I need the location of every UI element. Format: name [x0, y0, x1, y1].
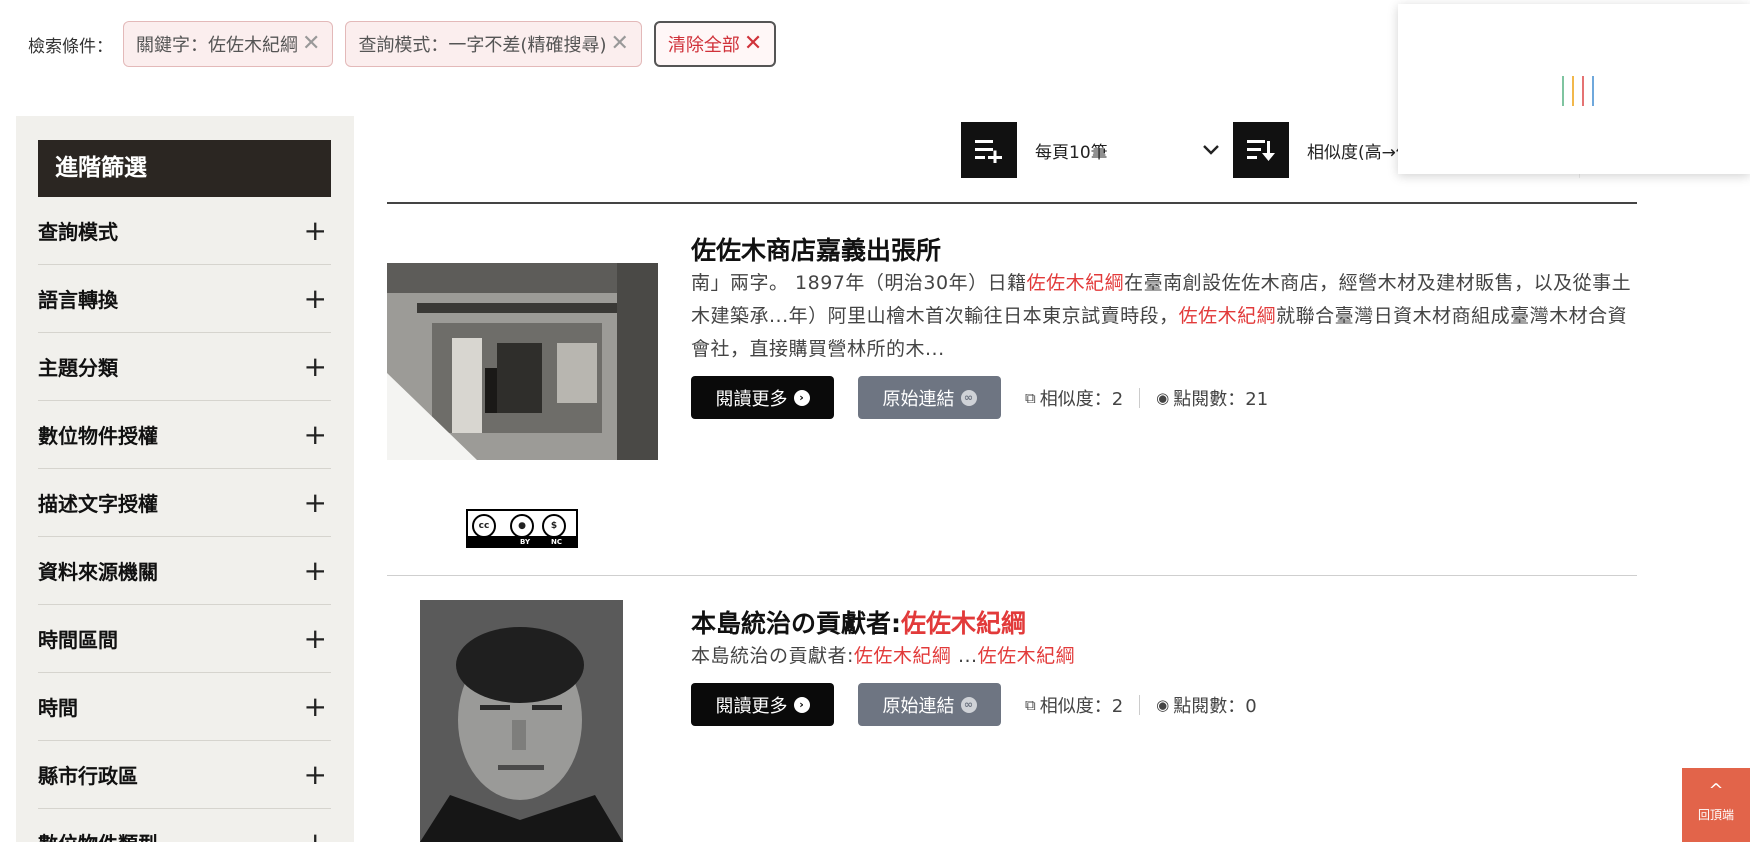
cc-by-nc-license-badge[interactable]: cc ● $ BY NC	[466, 509, 578, 548]
source-link-label: 原始連結	[882, 388, 955, 410]
read-more-label: 閱讀更多	[715, 388, 788, 410]
expand-icon: +	[303, 690, 327, 723]
chevron-up-icon: ^	[1708, 780, 1724, 801]
back-to-top-label: 回頂端	[1697, 808, 1734, 822]
link-circle-icon: ∞	[960, 389, 977, 406]
facet-label: 語言轉換	[38, 288, 118, 312]
eye-icon: ◉	[1156, 388, 1170, 407]
query-mode-filter-chip[interactable]: 查詢模式：一字不差(精確搜尋) ✕	[345, 21, 642, 67]
expand-icon: +	[303, 214, 327, 247]
result-item: cc ● $ BY NC 佐佐木商店嘉義出張所 南」兩字。 1897年（明治30…	[387, 203, 1637, 576]
facet-county-district[interactable]: 縣市行政區 +	[38, 741, 331, 809]
by-icon: ●	[510, 514, 534, 538]
search-conditions-bar: 檢索條件： 關鍵字：佐佐木紀綱 ✕ 查詢模式：一字不差(精確搜尋) ✕ 清除全部…	[28, 20, 788, 68]
sort-desc-icon	[1233, 122, 1289, 178]
expand-icon: +	[303, 758, 327, 791]
facet-label: 數位物件類型	[38, 828, 158, 842]
search-conditions-label: 檢索條件：	[28, 36, 113, 57]
facet-time[interactable]: 時間 +	[38, 673, 331, 741]
advanced-filter-sidebar: 進階篩選 查詢模式 + 語言轉換 + 主題分類 + 數位物件授權 + 描述文字授…	[16, 116, 354, 842]
facet-source-agency[interactable]: 資料來源機關 +	[38, 537, 331, 605]
facet-label: 主題分類	[38, 356, 118, 380]
similarity-value: 相似度：2	[1039, 388, 1124, 410]
read-more-button[interactable]: 閱讀更多 ›	[691, 683, 834, 726]
facet-label: 時間	[38, 696, 78, 720]
copy-icon: ⧉	[1025, 695, 1036, 714]
remove-keyword-icon[interactable]: ✕	[302, 33, 320, 55]
keyword-filter-text: 關鍵字：佐佐木紀綱	[136, 35, 298, 56]
per-page-value: 每頁10筆	[1035, 142, 1108, 163]
views-value: 點閱數：21	[1173, 388, 1269, 410]
expand-icon: +	[303, 486, 327, 519]
chevron-circle-right-icon: ›	[793, 389, 810, 406]
facet-label: 縣市行政區	[38, 764, 138, 788]
sidebar-title: 進階篩選	[38, 140, 331, 197]
views-value: 點閱數：0	[1173, 695, 1257, 717]
result-title[interactable]: 本島統治の貢獻者:佐佐木紀綱	[691, 604, 1026, 640]
facet-label: 查詢模式	[38, 220, 118, 244]
clear-all-icon: ✕	[743, 31, 763, 56]
result-thumbnail-portrait[interactable]	[420, 600, 623, 842]
by-label: BY	[520, 538, 531, 546]
result-title[interactable]: 佐佐木商店嘉義出張所	[691, 231, 941, 267]
facet-language-conversion[interactable]: 語言轉換 +	[38, 265, 331, 333]
clear-all-button[interactable]: 清除全部 ✕	[653, 21, 777, 67]
facet-time-range[interactable]: 時間區間 +	[38, 605, 331, 673]
result-meta: ⧉ 相似度：2 ◉ 點閱數：0	[1025, 692, 1257, 718]
keyword-filter-chip[interactable]: 關鍵字：佐佐木紀綱 ✕	[123, 21, 334, 67]
source-link-button[interactable]: 原始連結 ∞	[858, 376, 1001, 419]
facet-label: 資料來源機關	[38, 560, 158, 584]
back-to-top-button[interactable]: ^ 回頂端	[1682, 768, 1750, 842]
facet-label: 描述文字授權	[38, 492, 158, 516]
expand-icon: +	[303, 554, 327, 587]
facet-description-license[interactable]: 描述文字授權 +	[38, 469, 331, 537]
source-link-label: 原始連結	[882, 695, 955, 717]
clear-all-label: 清除全部	[667, 35, 740, 56]
similarity-value: 相似度：2	[1039, 695, 1124, 717]
list-add-icon	[961, 122, 1017, 178]
result-actions: 閱讀更多 › 原始連結 ∞ ⧉ 相似度：2 ◉ 點閱數：0	[691, 683, 1257, 726]
expand-icon: +	[303, 622, 327, 655]
eye-icon: ◉	[1156, 695, 1170, 714]
result-actions: 閱讀更多 › 原始連結 ∞ ⧉ 相似度：2 ◉ 點閱數：21	[691, 376, 1268, 419]
nc-icon: $	[542, 514, 566, 538]
facet-label: 時間區間	[38, 628, 118, 652]
expand-icon: +	[304, 826, 327, 842]
loading-overlay	[1398, 4, 1750, 174]
remove-query-mode-icon[interactable]: ✕	[610, 33, 628, 55]
result-item: 本島統治の貢獻者:佐佐木紀綱 本島統治の貢獻者:佐佐木紀綱 ...佐佐木紀綱 閱…	[387, 576, 1637, 842]
facet-query-mode[interactable]: 查詢模式 +	[38, 197, 331, 265]
facet-digital-object-type[interactable]: 數位物件類型 +	[38, 809, 331, 842]
read-more-button[interactable]: 閱讀更多 ›	[691, 376, 834, 419]
expand-icon: +	[303, 418, 327, 451]
per-page-select[interactable]: 每頁10筆	[1017, 122, 1233, 178]
cc-icon: cc	[472, 514, 496, 538]
query-mode-filter-text: 查詢模式：一字不差(精確搜尋)	[358, 35, 607, 56]
nc-label: NC	[551, 538, 562, 546]
result-snippet: 本島統治の貢獻者:佐佐木紀綱 ...佐佐木紀綱	[691, 645, 1076, 667]
chevron-circle-right-icon: ›	[793, 696, 810, 713]
facet-label: 數位物件授權	[38, 424, 158, 448]
result-thumbnail-photo[interactable]	[387, 263, 658, 460]
facet-digital-object-license[interactable]: 數位物件授權 +	[38, 401, 331, 469]
copy-icon: ⧉	[1025, 388, 1036, 407]
source-link-button[interactable]: 原始連結 ∞	[858, 683, 1001, 726]
read-more-label: 閱讀更多	[715, 695, 788, 717]
result-meta: ⧉ 相似度：2 ◉ 點閱數：21	[1025, 385, 1268, 411]
facet-topic-category[interactable]: 主題分類 +	[38, 333, 331, 401]
result-snippet: 南」兩字。 1897年（明治30年）日籍佐佐木紀綱在臺南創設佐佐木商店，經營木材…	[691, 272, 1632, 360]
loading-spinner-icon	[1562, 76, 1602, 106]
expand-icon: +	[303, 350, 327, 383]
expand-icon: +	[303, 282, 327, 315]
chevron-down-icon	[1203, 145, 1219, 155]
link-circle-icon: ∞	[960, 696, 977, 713]
